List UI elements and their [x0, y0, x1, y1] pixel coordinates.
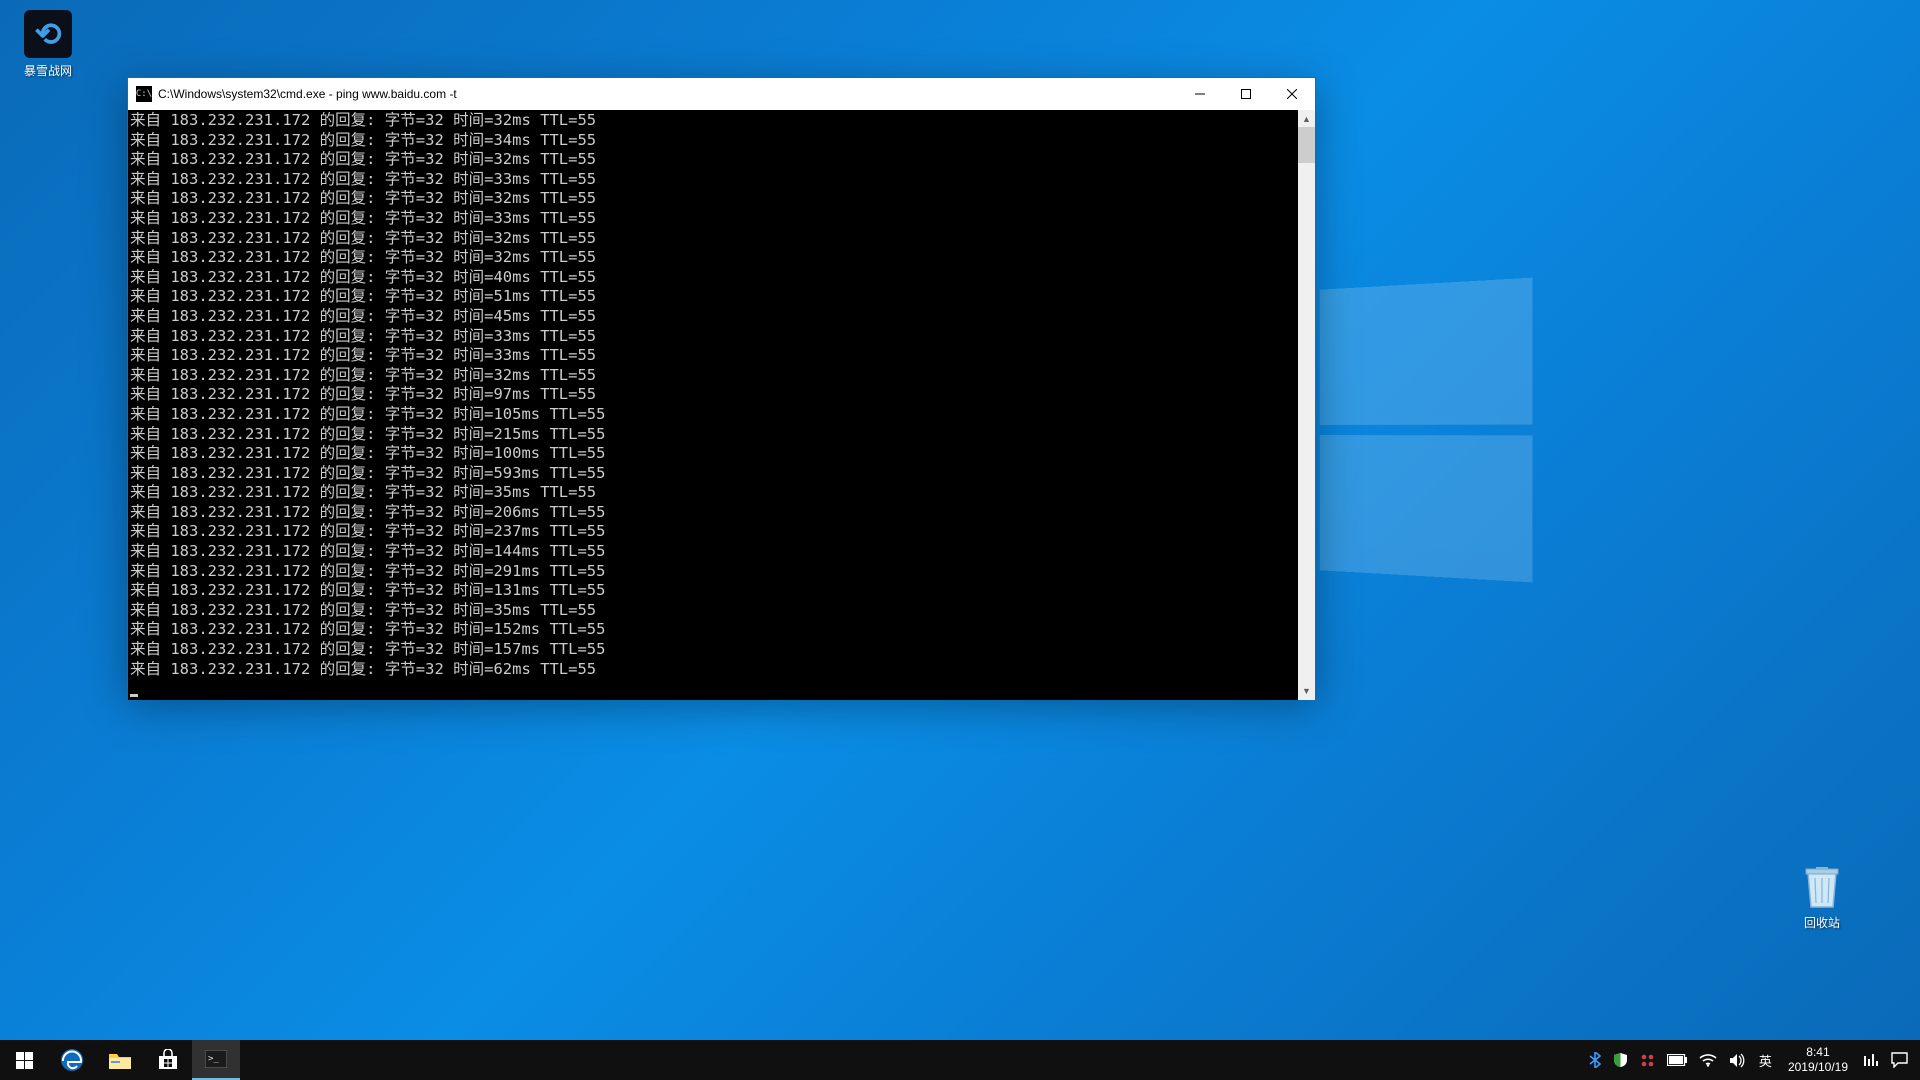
tray-ime-indicator[interactable]: 英	[1752, 1040, 1779, 1080]
scroll-thumb[interactable]	[1298, 127, 1315, 163]
desktop-icon-blizzard[interactable]: ⟲ 暴雪战网	[10, 10, 86, 79]
maximize-button[interactable]	[1223, 78, 1269, 110]
tray-security-icon[interactable]	[1607, 1040, 1634, 1080]
tray-action-center-icon[interactable]	[1885, 1040, 1914, 1080]
taskbar: >_ 英 8:41 2019/10/19	[0, 1040, 1920, 1080]
edge-icon	[60, 1048, 84, 1072]
tray-bluetooth-icon[interactable]	[1583, 1040, 1607, 1080]
tray-extra-icon[interactable]	[1857, 1040, 1885, 1080]
cmd-window: C:\ C:\Windows\system32\cmd.exe - ping w…	[127, 77, 1316, 695]
blizzard-icon: ⟲	[24, 10, 72, 58]
terminal-icon: >_	[205, 1050, 227, 1068]
recycle-bin-icon	[1798, 862, 1846, 910]
scroll-up-button[interactable]: ▲	[1298, 110, 1315, 127]
minimize-button[interactable]	[1177, 78, 1223, 110]
tray-battery-icon[interactable]	[1661, 1040, 1693, 1080]
taskbar-app-store[interactable]	[144, 1040, 192, 1080]
svg-text:>_: >_	[208, 1054, 219, 1064]
desktop-icon-label: 回收站	[1784, 914, 1860, 931]
scrollbar[interactable]: ▲ ▼	[1298, 110, 1315, 700]
tray-wifi-icon[interactable]	[1693, 1040, 1723, 1080]
store-icon	[157, 1049, 179, 1071]
desktop[interactable]: ⟲ 暴雪战网 回收站 C:\ C:\Windows\system32\cmd.e…	[0, 0, 1920, 1040]
taskbar-app-file-explorer[interactable]	[96, 1040, 144, 1080]
taskbar-app-edge[interactable]	[48, 1040, 96, 1080]
desktop-icon-label: 暴雪战网	[10, 62, 86, 79]
titlebar[interactable]: C:\ C:\Windows\system32\cmd.exe - ping w…	[128, 78, 1315, 110]
start-button[interactable]	[0, 1040, 48, 1080]
scroll-down-button[interactable]: ▼	[1298, 683, 1315, 700]
windows-logo-icon	[16, 1052, 33, 1069]
scroll-track[interactable]	[1298, 127, 1315, 683]
cmd-icon: C:\	[136, 86, 152, 102]
tray-app-icon[interactable]	[1634, 1040, 1661, 1080]
clock-date: 2019/10/19	[1788, 1060, 1848, 1075]
clock-time: 8:41	[1788, 1045, 1848, 1060]
window-title: C:\Windows\system32\cmd.exe - ping www.b…	[158, 87, 1177, 101]
cmd-output[interactable]: 来自 183.232.231.172 的回复: 字节=32 时间=32ms TT…	[128, 110, 1298, 700]
close-button[interactable]	[1269, 78, 1315, 110]
folder-icon	[108, 1049, 132, 1071]
taskbar-app-cmd[interactable]: >_	[192, 1040, 240, 1080]
desktop-icon-recycle-bin[interactable]: 回收站	[1784, 862, 1860, 931]
taskbar-clock[interactable]: 8:41 2019/10/19	[1779, 1045, 1857, 1075]
tray-volume-icon[interactable]	[1723, 1040, 1752, 1080]
